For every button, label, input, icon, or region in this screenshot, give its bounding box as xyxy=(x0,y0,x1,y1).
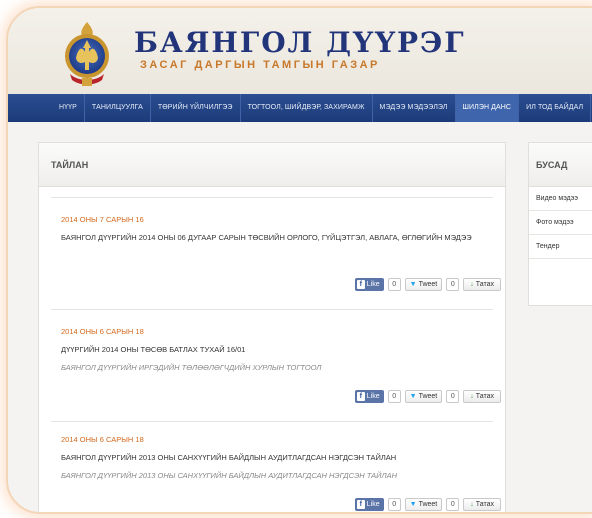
divider xyxy=(51,309,493,310)
download-button[interactable]: ↓ Татах xyxy=(463,389,501,403)
facebook-icon: f xyxy=(356,499,365,509)
side-item-tender[interactable]: Тендер xyxy=(529,235,592,259)
facebook-like-button[interactable]: f Like xyxy=(354,389,384,403)
other-panel: БУСАД Видео мэдээ Фото мэдээ Тендер xyxy=(528,142,592,306)
divider xyxy=(51,421,493,422)
entry-subtitle: БАЯНГОЛ ДҮҮРГИЙН ИРГЭДИЙН ТӨЛӨӨЛӨГЧДИЙН … xyxy=(61,363,322,372)
facebook-like-button[interactable]: f Like xyxy=(354,277,384,291)
facebook-like-button[interactable]: f Like xyxy=(354,497,384,511)
nav-item-glass-account[interactable]: ШИЛЭН ДАНС xyxy=(455,94,520,122)
page-frame: БАЯНГОЛ ДҮҮРЭГ ЗАСАГ ДАРГЫН ТАМГЫН ГАЗАР… xyxy=(6,6,592,514)
nav-item-home[interactable]: НҮҮР xyxy=(52,94,85,122)
twitter-bird-icon: ▼ xyxy=(409,500,417,508)
nav-item-news[interactable]: МЭДЭЭ МЭДЭЭЛЭЛ xyxy=(373,94,456,122)
tweet-count: 0 xyxy=(446,497,460,511)
nav-item-about[interactable]: ТАНИЛЦУУЛГА xyxy=(85,94,151,122)
download-arrow-icon: ↓ xyxy=(470,280,474,288)
facebook-icon: f xyxy=(356,391,365,401)
nav-item-transparency[interactable]: ИЛ ТОД БАЙДАЛ xyxy=(519,94,592,122)
share-bar: f Like 0 ▼ Tweet 0 ↓ Татах xyxy=(354,497,501,511)
side-heading: БУСАД xyxy=(529,143,592,187)
like-count: 0 xyxy=(387,389,401,403)
entry-title-link[interactable]: БАЯНГОЛ ДҮҮРГИЙН 2014 ОНЫ 06 ДУГААР САРЫ… xyxy=(61,232,501,243)
tweet-count: 0 xyxy=(446,389,460,403)
site-title: БАЯНГОЛ ДҮҮРЭГ xyxy=(134,26,466,59)
site-subtitle: ЗАСАГ ДАРГЫН ТАМГЫН ГАЗАР xyxy=(140,59,380,71)
facebook-icon: f xyxy=(356,279,365,289)
tweet-button[interactable]: ▼ Tweet xyxy=(404,277,443,291)
entry-date: 2014 ОНЫ 6 САРЫН 18 xyxy=(61,435,144,444)
panel-heading: ТАЙЛАН xyxy=(39,143,505,187)
nav-item-decisions[interactable]: ТОГТООЛ, ШИЙДВЭР, ЗАХИРАМЖ xyxy=(241,94,373,122)
download-arrow-icon: ↓ xyxy=(470,500,474,508)
download-button[interactable]: ↓ Татах xyxy=(463,277,501,291)
emblem-logo[interactable] xyxy=(56,18,118,90)
list-item: 2014 ОНЫ 6 САРЫН 18 ДҮҮРГИЙН 2014 ОНЫ ТӨ… xyxy=(61,327,501,403)
entry-date: 2014 ОНЫ 7 САРЫН 16 xyxy=(61,215,144,224)
tweet-count: 0 xyxy=(446,277,460,291)
entry-title-link[interactable]: БАЯНГОЛ ДҮҮРГИЙН 2013 ОНЫ САНХҮҮГИЙН БАЙ… xyxy=(61,452,501,463)
entry-date: 2014 ОНЫ 6 САРЫН 18 xyxy=(61,327,144,336)
twitter-bird-icon: ▼ xyxy=(409,280,417,288)
like-count: 0 xyxy=(387,497,401,511)
tweet-button[interactable]: ▼ Tweet xyxy=(404,497,443,511)
site-header: БАЯНГОЛ ДҮҮРЭГ ЗАСАГ ДАРГЫН ТАМГЫН ГАЗАР xyxy=(8,8,592,94)
nav-item-services[interactable]: ТӨРИЙН ҮЙЛЧИЛГЭЭ xyxy=(151,94,241,122)
entry-title-link[interactable]: ДҮҮРГИЙН 2014 ОНЫ ТӨСӨВ БАТЛАХ ТУХАЙ 16/… xyxy=(61,344,501,355)
main-nav: НҮҮР ТАНИЛЦУУЛГА ТӨРИЙН ҮЙЛЧИЛГЭЭ ТОГТОО… xyxy=(8,94,592,122)
list-item: 2014 ОНЫ 7 САРЫН 16 БАЯНГОЛ ДҮҮРГИЙН 201… xyxy=(61,215,501,291)
share-bar: f Like 0 ▼ Tweet 0 ↓ Татах xyxy=(354,277,501,291)
divider xyxy=(51,197,493,198)
twitter-bird-icon: ▼ xyxy=(409,392,417,400)
list-item: 2014 ОНЫ 6 САРЫН 18 БАЯНГОЛ ДҮҮРГИЙН 201… xyxy=(61,435,501,511)
share-bar: f Like 0 ▼ Tweet 0 ↓ Татах xyxy=(354,389,501,403)
tweet-button[interactable]: ▼ Tweet xyxy=(404,389,443,403)
like-count: 0 xyxy=(387,277,401,291)
download-arrow-icon: ↓ xyxy=(470,392,474,400)
entry-subtitle: БАЯНГОЛ ДҮҮРГИЙН 2013 ОНЫ САНХҮҮГИЙН БАЙ… xyxy=(61,471,398,480)
download-button[interactable]: ↓ Татах xyxy=(463,497,501,511)
report-panel: ТАЙЛАН 2014 ОНЫ 7 САРЫН 16 БАЯНГОЛ ДҮҮРГ… xyxy=(38,142,506,512)
side-item-video-news[interactable]: Видео мэдээ xyxy=(529,187,592,211)
side-item-photo-news[interactable]: Фото мэдээ xyxy=(529,211,592,235)
